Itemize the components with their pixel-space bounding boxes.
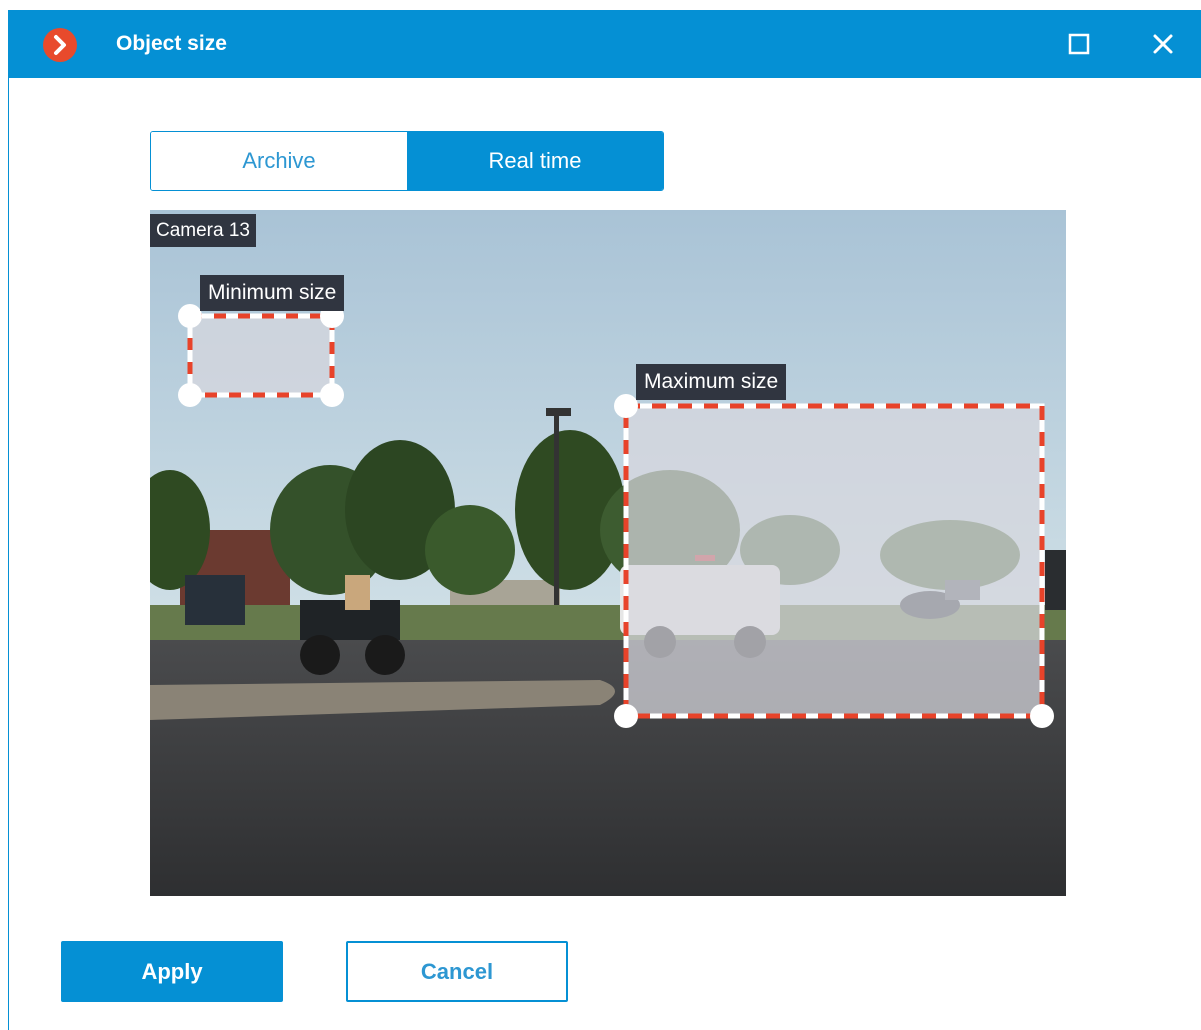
resize-handle-bottom-right[interactable] [1030, 704, 1054, 728]
resize-handle-top-left[interactable] [614, 394, 638, 418]
object-size-dialog: Object size Archive Real time Camera 13 … [8, 10, 1201, 1030]
tab-archive[interactable]: Archive [151, 132, 407, 190]
maximum-size-label: Maximum size [636, 364, 787, 400]
window-title: Object size [116, 32, 227, 55]
tab-real-time[interactable]: Real time [407, 132, 663, 190]
maximum-size-zone-border [623, 403, 1045, 719]
resize-handle-bottom-left[interactable] [614, 704, 638, 728]
resize-handle-top-left[interactable] [178, 304, 202, 328]
cancel-button[interactable]: Cancel [346, 941, 568, 1002]
resize-handle-bottom-right[interactable] [320, 383, 344, 407]
mode-tab-group: Archive Real time [150, 131, 664, 191]
maximum-size-zone[interactable] [614, 394, 1054, 728]
camera-label: Camera 13 [150, 214, 256, 247]
resize-handle-bottom-left[interactable] [178, 383, 202, 407]
maximize-icon [1068, 33, 1090, 55]
close-button[interactable] [1149, 30, 1177, 58]
maximize-button[interactable] [1065, 30, 1093, 58]
minimum-size-zone[interactable] [178, 304, 344, 407]
apply-button[interactable]: Apply [61, 941, 283, 1002]
close-icon [1153, 34, 1173, 54]
camera-video-frame[interactable]: Camera 13 Minimum size Maximum size [150, 210, 1066, 896]
app-logo-icon [43, 28, 77, 62]
minimum-size-label: Minimum size [200, 275, 345, 311]
title-bar: Object size [9, 10, 1201, 78]
minimum-size-zone-border [187, 313, 335, 398]
